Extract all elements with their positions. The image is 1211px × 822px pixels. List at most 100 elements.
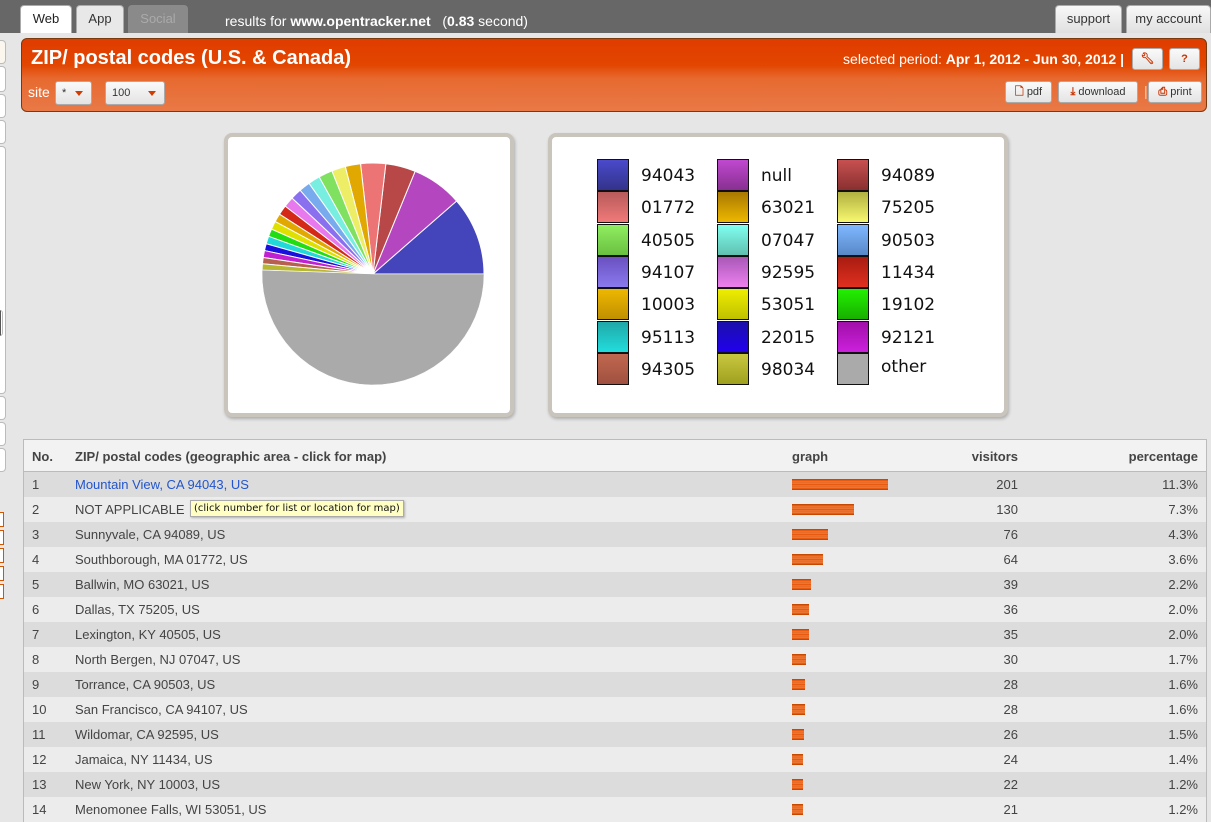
row-number[interactable]: 12	[32, 752, 46, 767]
rail-item[interactable]	[0, 94, 6, 118]
header-location[interactable]: ZIP/ postal codes (geographic area - cli…	[75, 449, 386, 464]
support-button[interactable]: support	[1055, 5, 1122, 33]
settings-button[interactable]: 🔧︎	[1132, 48, 1163, 70]
rail-orange-item[interactable]	[0, 566, 4, 581]
header-percentage[interactable]: percentage	[1129, 449, 1198, 464]
row-location[interactable]: North Bergen, NJ 07047, US	[75, 652, 240, 667]
rail-panel	[0, 146, 6, 394]
results-summary: results for www.opentracker.net (0.83 se…	[225, 13, 528, 29]
legend-label: 75205	[881, 198, 936, 219]
legend-label: 10003	[641, 295, 696, 316]
rail-item[interactable]	[0, 120, 6, 144]
legend-swatch	[837, 191, 869, 224]
row-graph-bar	[792, 704, 805, 715]
rail-item[interactable]	[0, 66, 6, 92]
results-prefix: results for	[225, 13, 287, 29]
site-label: site	[28, 84, 50, 100]
row-location[interactable]: Wildomar, CA 92595, US	[75, 727, 219, 742]
legend-label: other	[881, 356, 927, 377]
legend-label: 22015	[761, 327, 816, 348]
row-location[interactable]: Torrance, CA 90503, US	[75, 677, 215, 692]
legend-label: 07047	[761, 230, 816, 251]
row-visitors: 36	[1003, 602, 1018, 617]
pdf-button[interactable]: 🗋 pdf	[1005, 81, 1052, 103]
row-number[interactable]: 2	[32, 502, 39, 517]
row-number[interactable]: 5	[32, 577, 39, 592]
rail-item[interactable]	[0, 396, 6, 420]
table-row: 4 Southborough, MA 01772, US 64 3.6%	[24, 547, 1206, 572]
row-graph-bar	[792, 679, 805, 690]
pie-chart	[261, 162, 485, 386]
legend-swatch	[597, 288, 629, 321]
legend-swatch	[717, 288, 749, 321]
row-location[interactable]: NOT APPLICABLE	[75, 502, 185, 517]
legend-label: 98034	[761, 359, 816, 380]
row-visitors: 28	[1003, 677, 1018, 692]
rail-orange-item[interactable]	[0, 584, 4, 599]
row-location[interactable]: Jamaica, NY 11434, US	[75, 752, 213, 767]
row-number[interactable]: 4	[32, 552, 39, 567]
rail-orange-item[interactable]	[0, 530, 4, 545]
top-bar: Web App Social results for www.opentrack…	[0, 0, 1211, 33]
row-number[interactable]: 9	[32, 677, 39, 692]
legend-swatch	[717, 191, 749, 224]
row-location[interactable]: New York, NY 10003, US	[75, 777, 220, 792]
row-number[interactable]: 8	[32, 652, 39, 667]
tab-social: Social	[128, 5, 188, 33]
row-number[interactable]: 1	[32, 477, 39, 492]
legend-swatch	[717, 320, 749, 353]
tab-app[interactable]: App	[76, 5, 124, 33]
row-location[interactable]: Southborough, MA 01772, US	[75, 552, 248, 567]
row-location[interactable]: Lexington, KY 40505, US	[75, 627, 221, 642]
rail-scroll-handle[interactable]	[0, 310, 3, 336]
table-row: 8 North Bergen, NJ 07047, US 30 1.7%	[24, 647, 1206, 672]
row-number[interactable]: 7	[32, 627, 39, 642]
row-location[interactable]: Menomonee Falls, WI 53051, US	[75, 802, 266, 817]
rail-item[interactable]	[0, 40, 6, 64]
help-button[interactable]: ?	[1169, 48, 1200, 70]
left-sidebar-rail	[0, 38, 17, 822]
row-number[interactable]: 14	[32, 802, 46, 817]
legend-swatch	[837, 255, 869, 288]
table-row: 5 Ballwin, MO 63021, US 39 2.2%	[24, 572, 1206, 597]
print-button[interactable]: ⎙ print	[1148, 81, 1202, 103]
row-number[interactable]: 6	[32, 602, 39, 617]
row-visitors: 76	[1003, 527, 1018, 542]
rail-orange-item[interactable]	[0, 548, 4, 563]
my-account-button[interactable]: my account	[1126, 5, 1211, 33]
chevron-down-icon	[75, 91, 83, 96]
row-location[interactable]: Mountain View, CA 94043, US	[75, 477, 249, 492]
row-number[interactable]: 3	[32, 527, 39, 542]
header-visitors[interactable]: visitors	[972, 449, 1018, 464]
legend-swatch	[597, 320, 629, 353]
table-header: No. ZIP/ postal codes (geographic area -…	[24, 440, 1206, 472]
rail-orange-item[interactable]	[0, 512, 4, 527]
row-number[interactable]: 11	[32, 727, 46, 742]
download-label: download	[1078, 86, 1126, 98]
table-body: 1 Mountain View, CA 94043, US 201 11.3% 2 NOT…	[24, 472, 1206, 822]
row-location[interactable]: San Francisco, CA 94107, US	[75, 702, 248, 717]
rows-count-select[interactable]: 100	[105, 81, 165, 105]
row-visitors: 64	[1003, 552, 1018, 567]
row-location[interactable]: Sunnyvale, CA 94089, US	[75, 527, 225, 542]
row-graph-bar	[792, 779, 803, 790]
header-no[interactable]: No.	[32, 449, 53, 464]
row-visitors: 21	[1003, 802, 1018, 817]
row-percentage: 3.6%	[1168, 552, 1198, 567]
legend-label: 01772	[641, 198, 696, 219]
rail-item[interactable]	[0, 422, 6, 446]
row-visitors: 201	[996, 477, 1018, 492]
period-value[interactable]: Apr 1, 2012 - Jun 30, 2012 |	[946, 51, 1124, 67]
tab-web[interactable]: Web	[20, 5, 72, 33]
site-select[interactable]: *	[55, 81, 92, 105]
download-button[interactable]: ⤓ download	[1058, 81, 1138, 103]
row-number[interactable]: 10	[32, 702, 46, 717]
table-row: 12 Jamaica, NY 11434, US 24 1.4%	[24, 747, 1206, 772]
row-number[interactable]: 13	[32, 777, 46, 792]
row-location[interactable]: Ballwin, MO 63021, US	[75, 577, 209, 592]
row-graph-bar	[792, 479, 888, 490]
rail-item[interactable]	[0, 448, 6, 472]
row-percentage: 2.2%	[1168, 577, 1198, 592]
row-location[interactable]: Dallas, TX 75205, US	[75, 602, 200, 617]
legend-swatch	[597, 255, 629, 288]
